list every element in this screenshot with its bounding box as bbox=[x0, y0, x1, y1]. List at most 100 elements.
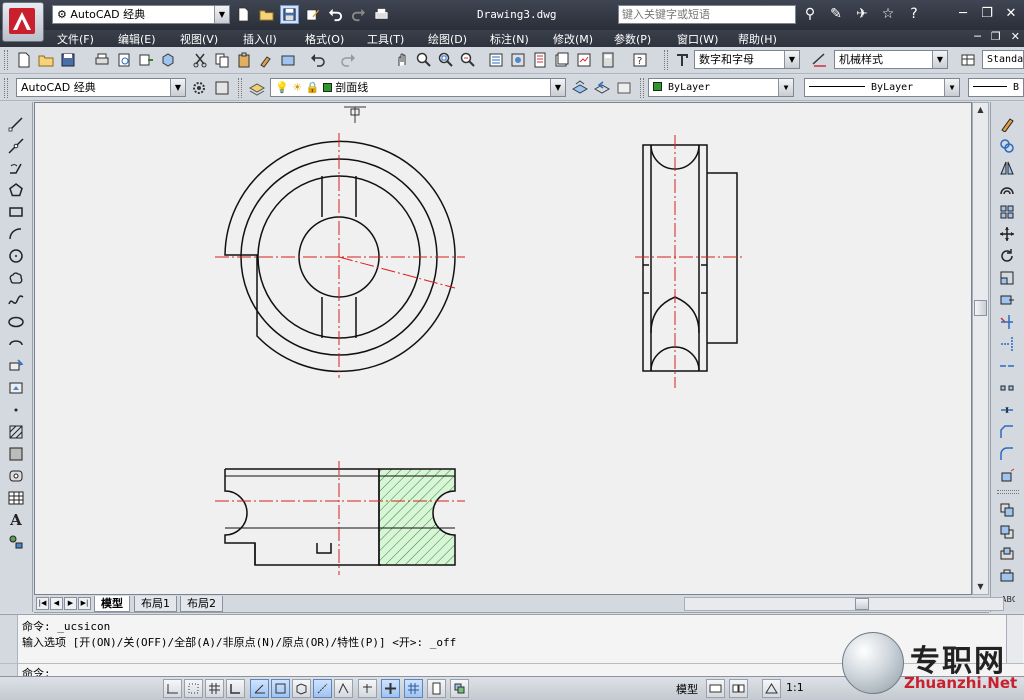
publish-button[interactable] bbox=[136, 50, 156, 70]
layer-properties-button[interactable] bbox=[247, 78, 267, 98]
tab-model[interactable]: 模型 bbox=[94, 596, 130, 612]
dim-style-dropdown[interactable]: 机械样式 ▼ bbox=[834, 50, 948, 69]
offset-button[interactable] bbox=[997, 180, 1017, 200]
open-button[interactable] bbox=[257, 5, 276, 24]
draw-order-back-button[interactable] bbox=[997, 522, 1017, 542]
block-editor-button[interactable] bbox=[278, 50, 298, 70]
lineweight-toggle-button[interactable] bbox=[381, 679, 400, 698]
quick-properties-button[interactable] bbox=[427, 679, 446, 698]
copy-button[interactable] bbox=[212, 50, 232, 70]
close-button[interactable]: ✕ bbox=[1000, 3, 1022, 23]
last-tab-button[interactable]: ▶| bbox=[78, 597, 91, 610]
add-selected-button[interactable] bbox=[6, 532, 26, 552]
osnap-button[interactable] bbox=[271, 679, 290, 698]
otrack-button[interactable] bbox=[313, 679, 332, 698]
save-button[interactable] bbox=[58, 50, 78, 70]
first-tab-button[interactable]: |◀ bbox=[36, 597, 49, 610]
mirror-button[interactable] bbox=[997, 158, 1017, 178]
text-style-button[interactable] bbox=[672, 50, 692, 70]
save-as-button[interactable] bbox=[303, 5, 322, 24]
ellipse-button[interactable] bbox=[6, 312, 26, 332]
polyline-button[interactable] bbox=[6, 158, 26, 178]
menu-draw[interactable]: 绘图(D) bbox=[428, 31, 467, 47]
explode-button[interactable] bbox=[997, 466, 1017, 486]
infer-constraints-button[interactable] bbox=[163, 679, 182, 698]
menu-dimension[interactable]: 标注(N) bbox=[490, 31, 529, 47]
extend-button[interactable] bbox=[997, 334, 1017, 354]
prev-tab-button[interactable]: ◀ bbox=[50, 597, 63, 610]
insert-block-button[interactable] bbox=[6, 356, 26, 376]
stretch-button[interactable] bbox=[997, 290, 1017, 310]
break-at-point-button[interactable] bbox=[997, 356, 1017, 376]
toolbar-grip[interactable] bbox=[664, 50, 668, 70]
transparency-button[interactable] bbox=[404, 679, 423, 698]
properties-button[interactable] bbox=[486, 50, 506, 70]
table-style-button[interactable] bbox=[958, 50, 978, 70]
markup-button[interactable] bbox=[574, 50, 594, 70]
satellite-icon[interactable]: ✈ bbox=[852, 4, 872, 24]
rotate-button[interactable] bbox=[997, 246, 1017, 266]
layer-dropdown[interactable]: 💡 ☀ 🔒 剖面线 ▼ bbox=[270, 78, 566, 97]
printer-button[interactable] bbox=[92, 50, 112, 70]
ellipse-arc-button[interactable] bbox=[6, 334, 26, 354]
point-button[interactable] bbox=[6, 400, 26, 420]
toolbar-grip[interactable] bbox=[4, 50, 8, 70]
minimize-button[interactable]: ─ bbox=[952, 3, 974, 23]
next-tab-button[interactable]: ▶ bbox=[64, 597, 77, 610]
copy-button[interactable] bbox=[997, 136, 1017, 156]
dyn-button[interactable] bbox=[358, 679, 377, 698]
layer-states-button[interactable] bbox=[614, 78, 634, 98]
draw-order-under-button[interactable] bbox=[997, 566, 1017, 586]
doc-minimize-button[interactable]: ─ bbox=[974, 30, 981, 43]
new-button[interactable] bbox=[14, 50, 34, 70]
toolbar-grip[interactable] bbox=[238, 78, 242, 98]
sheet-set-button[interactable] bbox=[552, 50, 572, 70]
gradient-button[interactable] bbox=[6, 444, 26, 464]
folder-button[interactable] bbox=[36, 50, 56, 70]
menu-insert[interactable]: 插入(I) bbox=[243, 31, 277, 47]
selection-cycling-button[interactable] bbox=[450, 679, 469, 698]
ortho-button[interactable] bbox=[226, 679, 245, 698]
pan-button[interactable] bbox=[392, 50, 412, 70]
scroll-down-arrow-icon[interactable]: ▼ bbox=[973, 580, 988, 594]
polygon-button[interactable] bbox=[6, 180, 26, 200]
doc-close-button[interactable]: ✕ bbox=[1011, 30, 1020, 43]
break-button[interactable] bbox=[997, 378, 1017, 398]
scale-button[interactable] bbox=[997, 268, 1017, 288]
draw-order-above-button[interactable] bbox=[997, 544, 1017, 564]
undo-button[interactable] bbox=[308, 50, 328, 70]
cut-button[interactable] bbox=[190, 50, 210, 70]
tab-layout1[interactable]: 布局1 bbox=[134, 596, 177, 612]
annotation-scale-value[interactable]: 1:1 bbox=[786, 681, 804, 694]
star-icon[interactable]: ☆ bbox=[878, 4, 898, 24]
quick-view-layouts-button[interactable] bbox=[706, 679, 725, 698]
revision-cloud-button[interactable] bbox=[6, 268, 26, 288]
save-button[interactable] bbox=[280, 5, 299, 24]
make-block-button[interactable] bbox=[6, 378, 26, 398]
model-space-label[interactable]: 模型 bbox=[676, 681, 698, 697]
zoom-realtime-button[interactable] bbox=[414, 50, 434, 70]
array-button[interactable] bbox=[997, 202, 1017, 222]
menu-format[interactable]: 格式(O) bbox=[305, 31, 344, 47]
redo-button[interactable] bbox=[338, 50, 358, 70]
quick-view-drawings-button[interactable] bbox=[729, 679, 748, 698]
move-button[interactable] bbox=[997, 224, 1017, 244]
search-input[interactable]: 键入关键字或短语 bbox=[618, 5, 796, 24]
join-button[interactable] bbox=[997, 400, 1017, 420]
tool-palettes-button[interactable] bbox=[530, 50, 550, 70]
menu-file[interactable]: 文件(F) bbox=[57, 31, 94, 47]
menu-parametric[interactable]: 参数(P) bbox=[614, 31, 651, 47]
wrench-icon[interactable]: ✎ bbox=[826, 4, 846, 24]
circle-button[interactable] bbox=[6, 246, 26, 266]
text-style-dropdown[interactable]: 数字和字母 ▼ bbox=[694, 50, 800, 69]
menu-window[interactable]: 窗口(W) bbox=[677, 31, 718, 47]
workspace-toolbar-dropdown[interactable]: AutoCAD 经典 ▼ bbox=[16, 78, 186, 97]
vertical-scrollbar[interactable]: ▲ ▼ bbox=[972, 102, 989, 595]
calculator-button[interactable] bbox=[598, 50, 618, 70]
spline-button[interactable] bbox=[6, 290, 26, 310]
workspace-settings-button[interactable] bbox=[189, 78, 209, 98]
menu-help[interactable]: 帮助(H) bbox=[738, 31, 777, 47]
xline-button[interactable] bbox=[6, 136, 26, 156]
command-input[interactable]: 命令: bbox=[0, 663, 1024, 680]
ducs-button[interactable] bbox=[334, 679, 353, 698]
